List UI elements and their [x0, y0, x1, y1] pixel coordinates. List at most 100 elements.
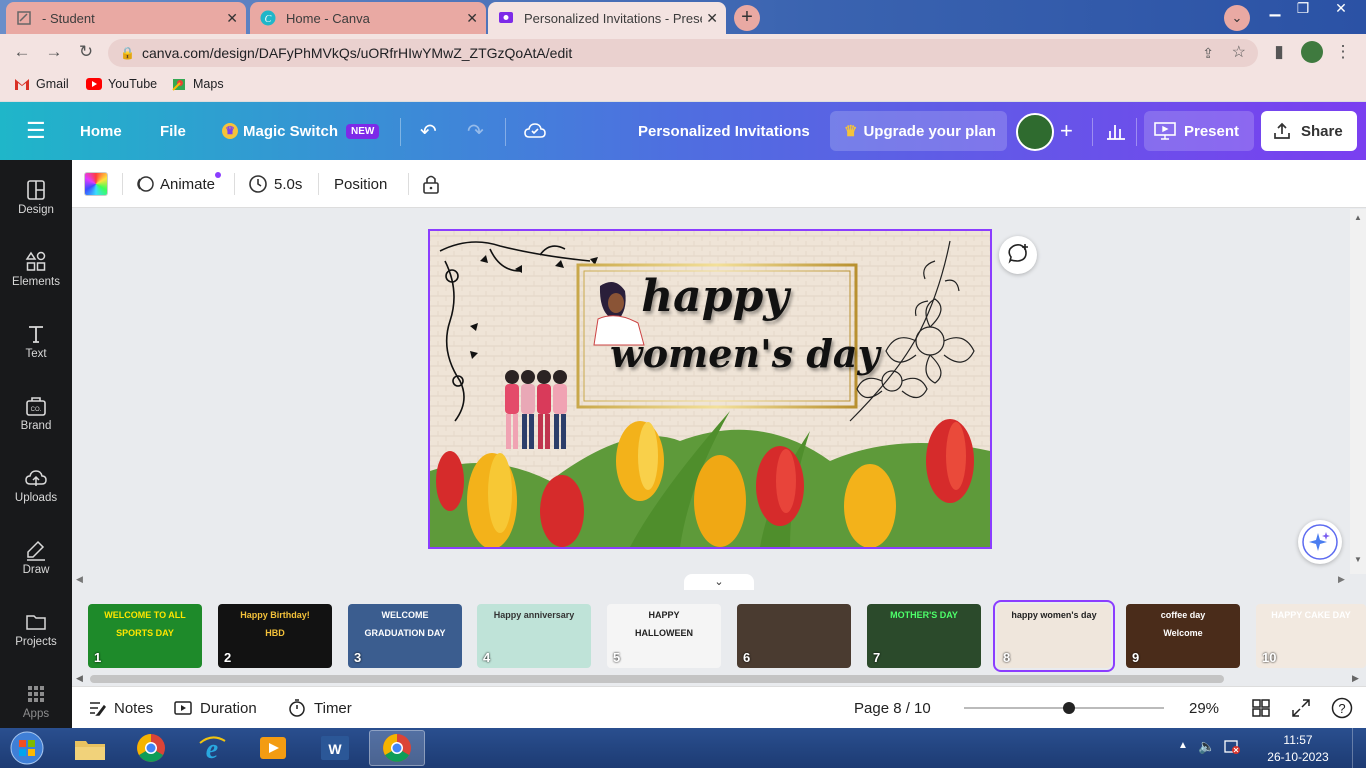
slide-heading-womens-day[interactable]: women's day: [610, 331, 880, 376]
rail-item-draw[interactable]: Draw: [0, 538, 72, 598]
help-icon[interactable]: ?: [1331, 687, 1353, 729]
bookmark-gmail[interactable]: Gmail: [14, 77, 69, 91]
rail-item-elements[interactable]: Elements: [0, 250, 72, 310]
reload-icon[interactable]: ↻: [75, 41, 97, 63]
bookmark-maps[interactable]: Maps: [171, 77, 224, 91]
scroll-right-icon[interactable]: ▶: [1338, 574, 1345, 585]
duration-toggle-button[interactable]: Duration: [174, 687, 257, 729]
file-explorer-icon[interactable]: [62, 730, 118, 766]
hamburger-menu-icon[interactable]: ☰: [26, 102, 46, 160]
close-tab-icon[interactable]: ✕: [466, 10, 478, 27]
scroll-up-icon[interactable]: ▲: [1354, 213, 1362, 222]
clock-time[interactable]: 11:57: [1256, 733, 1340, 747]
chrome-icon[interactable]: [123, 730, 179, 766]
media-player-icon[interactable]: [245, 730, 301, 766]
animate-button[interactable]: Animate: [134, 160, 222, 208]
page-thumbnail[interactable]: happy women's day 8: [993, 600, 1115, 672]
notes-button[interactable]: Notes: [88, 687, 153, 729]
internet-explorer-icon[interactable]: e: [184, 730, 240, 766]
page-thumbnail[interactable]: HAPPY HALLOWEEN 5: [607, 604, 721, 668]
position-button[interactable]: Position: [334, 160, 387, 208]
magic-assistant-button[interactable]: [1298, 520, 1342, 564]
bookmark-star-icon[interactable]: ☆: [1232, 39, 1246, 67]
browser-tab-student[interactable]: - Student ✕: [6, 2, 246, 34]
rail-item-uploads[interactable]: Uploads: [0, 466, 72, 526]
lock-icon[interactable]: [422, 160, 440, 208]
page-thumbnail[interactable]: MOTHER'S DAY 7: [867, 604, 981, 668]
scroll-left-arrow-icon[interactable]: ◀: [76, 673, 83, 684]
bookmark-youtube[interactable]: YouTube: [86, 77, 157, 91]
restore-icon[interactable]: ❐: [1288, 0, 1318, 18]
scroll-right-arrow-icon[interactable]: ▶: [1352, 673, 1359, 684]
close-window-icon[interactable]: ✕: [1324, 0, 1358, 18]
scroll-left-icon[interactable]: ◀: [76, 574, 83, 585]
insights-chart-icon[interactable]: [1106, 102, 1126, 160]
rail-item-brand[interactable]: CO. Brand: [0, 394, 72, 454]
new-tab-button[interactable]: +: [734, 5, 760, 31]
slide-canvas[interactable]: happy women's day: [428, 229, 992, 549]
rail-label: Projects: [15, 636, 57, 648]
duration-button[interactable]: 5.0s: [248, 160, 302, 208]
page-thumbnail[interactable]: Happy Birthday! HBD 2: [218, 604, 332, 668]
kebab-menu-icon[interactable]: ⋮: [1332, 41, 1354, 63]
collapse-filmstrip-chevron-icon[interactable]: ⌄: [684, 574, 754, 590]
start-button[interactable]: [2, 730, 52, 766]
network-icon[interactable]: [1224, 738, 1240, 754]
profile-avatar[interactable]: [1301, 41, 1323, 63]
crown-icon: ♛: [844, 123, 858, 140]
back-arrow-icon[interactable]: ←: [11, 41, 33, 63]
home-button[interactable]: Home: [80, 102, 122, 160]
chrome-active-window-icon[interactable]: [369, 730, 425, 766]
magic-switch-button[interactable]: ♛ Magic Switch NEW: [222, 102, 380, 160]
upgrade-plan-button[interactable]: ♛ Upgrade your plan: [830, 111, 1007, 151]
present-button[interactable]: Present: [1144, 111, 1254, 151]
rail-item-projects[interactable]: Projects: [0, 610, 72, 670]
word-icon[interactable]: W: [307, 730, 363, 766]
vertical-scrollbar[interactable]: ▲ ▼: [1350, 209, 1366, 574]
rail-item-design[interactable]: Design: [0, 178, 72, 238]
minimize-icon[interactable]: ▁: [1260, 0, 1290, 18]
editor-header: ☰ Home File ♛ Magic Switch NEW ↶ ↷ Perso…: [0, 102, 1366, 160]
close-tab-icon[interactable]: ✕: [226, 10, 238, 27]
page-indicator[interactable]: Page 8 / 10: [854, 687, 931, 729]
add-collaborator-icon[interactable]: +: [1060, 102, 1073, 160]
page-thumbnail[interactable]: Happy anniversary 4: [477, 604, 591, 668]
page-thumbnail[interactable]: 6: [737, 604, 851, 668]
clock-date[interactable]: 26-10-2023: [1256, 750, 1340, 764]
tab-search-chevron-icon[interactable]: ⌄: [1224, 5, 1250, 31]
undo-icon[interactable]: ↶: [420, 102, 437, 160]
add-comment-button[interactable]: [999, 236, 1037, 274]
cloud-saved-icon[interactable]: [524, 102, 546, 160]
address-bar[interactable]: 🔒 canva.com/design/DAFyPhMVkQs/uORfrHIwY…: [108, 39, 1258, 67]
rail-item-text[interactable]: Text: [0, 322, 72, 382]
close-tab-icon[interactable]: ✕: [706, 10, 718, 27]
show-desktop-button[interactable]: [1352, 728, 1366, 768]
share-button[interactable]: Share: [1261, 111, 1357, 151]
page-thumbnail[interactable]: HAPPY CAKE DAY 10: [1256, 604, 1366, 668]
user-avatar[interactable]: [1016, 113, 1054, 151]
document-title[interactable]: Personalized Invitations: [638, 102, 810, 160]
page-thumbnail[interactable]: WELCOME GRADUATION DAY 3: [348, 604, 462, 668]
forward-arrow-icon[interactable]: →: [43, 41, 65, 63]
page-thumbnail[interactable]: WELCOME TO ALL SPORTS DAY 1: [88, 604, 202, 668]
zoom-slider-handle[interactable]: [1063, 702, 1075, 714]
scrollbar-thumb[interactable]: [90, 675, 1224, 683]
speaker-icon[interactable]: 🔈: [1198, 738, 1215, 755]
grid-view-icon[interactable]: [1252, 687, 1270, 729]
fullscreen-icon[interactable]: [1292, 687, 1310, 729]
horizontal-scrollbar[interactable]: ◀ ▶: [72, 672, 1366, 686]
background-color-swatch[interactable]: [84, 160, 108, 208]
side-panel-icon[interactable]: ▮: [1268, 41, 1290, 63]
scroll-down-icon[interactable]: ▼: [1354, 555, 1362, 564]
share-page-icon[interactable]: ⇪: [1202, 39, 1214, 67]
timer-button[interactable]: Timer: [288, 687, 352, 729]
rail-label: Draw: [22, 564, 50, 576]
page-thumbnail[interactable]: coffee day Welcome 9: [1126, 604, 1240, 668]
file-menu-button[interactable]: File: [160, 102, 186, 160]
browser-tab-home-canva[interactable]: C Home - Canva ✕: [250, 2, 486, 34]
browser-tab-personalized-invitations[interactable]: Personalized Invitations - Present ✕: [488, 2, 726, 34]
slide-heading-happy[interactable]: happy: [640, 271, 790, 322]
show-hidden-icons-icon[interactable]: ▲: [1178, 740, 1188, 751]
redo-icon[interactable]: ↷: [467, 102, 484, 160]
zoom-percentage[interactable]: 29%: [1189, 687, 1219, 729]
